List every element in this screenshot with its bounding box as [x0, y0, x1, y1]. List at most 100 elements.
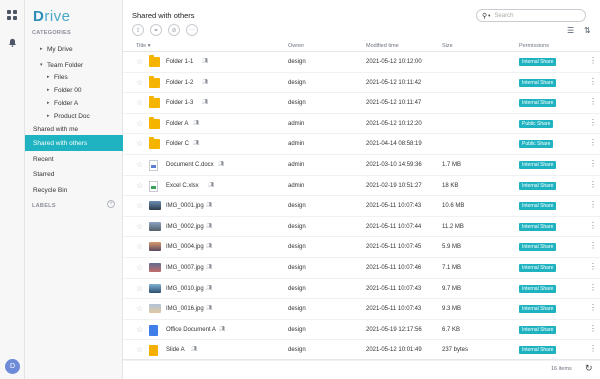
- star-icon[interactable]: ☆: [136, 181, 143, 190]
- table-row[interactable]: ☆ Folder 1-2 👥︎ design 2021-05-12 10:11:42 In…: [123, 73, 600, 94]
- row-more-icon[interactable]: ⋮: [589, 324, 597, 333]
- file-name[interactable]: IMG_0007.jpg: [166, 265, 204, 271]
- file-name[interactable]: Document C.docx: [166, 162, 214, 168]
- star-icon[interactable]: ☆: [136, 57, 143, 66]
- table-row[interactable]: ☆ Document C.docx 👥︎ admin 2021-03-10 14:59:…: [123, 155, 600, 176]
- row-more-icon[interactable]: ⋮: [589, 303, 597, 312]
- file-name[interactable]: Folder 1-3: [166, 100, 193, 106]
- file-name[interactable]: Folder A: [166, 121, 188, 127]
- image-thumbnail-icon: [149, 304, 161, 314]
- star-icon[interactable]: ☆: [136, 160, 143, 169]
- table-row[interactable]: ☆ IMG_0010.jpg 👥︎ design 2021-05-11 10:07:43…: [123, 279, 600, 300]
- table-row[interactable]: ☆ Folder C 👥︎ admin 2021-04-14 08:58:19 Publi…: [123, 134, 600, 155]
- tag-icon[interactable]: ⊘: [168, 24, 180, 36]
- modified-time-cell: 2021-05-12 10:01:49: [366, 347, 422, 354]
- caret-right-icon[interactable]: ▸: [47, 100, 54, 106]
- caret-right-icon[interactable]: ▸: [47, 113, 54, 119]
- table-row[interactable]: ☆ Office Document A 👥︎ design 2021-05-19 12:…: [123, 320, 600, 341]
- file-name[interactable]: IMG_0001.jpg: [166, 203, 204, 209]
- table-row[interactable]: ☆ IMG_0004.jpg 👥︎ design 2021-05-11 10:07:45…: [123, 237, 600, 258]
- link-icon[interactable]: ⚭: [150, 24, 162, 36]
- column-modified[interactable]: Modified time: [366, 43, 399, 49]
- row-more-icon[interactable]: ⋮: [589, 344, 597, 353]
- more-actions-icon[interactable]: ···: [186, 24, 198, 36]
- column-owner[interactable]: Owner: [288, 43, 304, 49]
- column-size[interactable]: Size: [442, 43, 453, 49]
- permission-badge: Internal Share: [519, 161, 557, 169]
- row-more-icon[interactable]: ⋮: [589, 97, 597, 106]
- permission-badge: Internal Share: [519, 346, 557, 355]
- star-icon[interactable]: ☆: [136, 98, 143, 107]
- row-more-icon[interactable]: ⋮: [589, 221, 597, 230]
- table-row[interactable]: ☆ Excel C.xlsx 👥︎ admin 2021-02-19 10:51:27 1…: [123, 176, 600, 197]
- row-more-icon[interactable]: ⋮: [589, 77, 597, 86]
- user-avatar[interactable]: D: [5, 359, 20, 374]
- refresh-icon[interactable]: ↻: [585, 363, 593, 374]
- owner-cell: admin: [288, 120, 305, 127]
- star-icon[interactable]: ☆: [136, 139, 143, 148]
- file-name[interactable]: Slide A: [166, 347, 185, 353]
- file-name[interactable]: Folder 1-1: [166, 59, 193, 65]
- star-icon[interactable]: ☆: [136, 284, 143, 293]
- table-header: Title ▾ Owner Modified time Size Permiss…: [123, 41, 600, 52]
- row-more-icon[interactable]: ⋮: [589, 56, 597, 65]
- row-more-icon[interactable]: ⋮: [589, 262, 597, 271]
- row-more-icon[interactable]: ⋮: [589, 180, 597, 189]
- star-icon[interactable]: ☆: [136, 345, 143, 354]
- file-name[interactable]: IMG_0016.jpg: [166, 306, 204, 312]
- column-title[interactable]: Title ▾: [136, 43, 150, 49]
- caret-right-icon[interactable]: ▸: [40, 46, 47, 52]
- table-row[interactable]: ☆ IMG_0002.jpg 👥︎ design 2021-05-11 10:07:44…: [123, 217, 600, 238]
- star-icon[interactable]: ☆: [136, 242, 143, 251]
- notification-bell-icon[interactable]: [8, 38, 17, 47]
- shared-users-icon: 👥︎: [191, 346, 198, 353]
- share-icon[interactable]: ⇪: [132, 24, 144, 36]
- owner-cell: design: [288, 347, 306, 354]
- row-more-icon[interactable]: ⋮: [589, 283, 597, 292]
- add-label-icon[interactable]: +: [107, 200, 115, 208]
- table-row[interactable]: ☆ Folder 1-3 👥︎ design 2021-05-12 10:11:47 In…: [123, 93, 600, 114]
- sidebar-item[interactable]: Starred: [25, 166, 123, 182]
- star-icon[interactable]: ☆: [136, 222, 143, 231]
- table-row[interactable]: ☆ IMG_0001.jpg 👥︎ design 2021-05-11 10:07:43…: [123, 196, 600, 217]
- star-icon[interactable]: ☆: [136, 78, 143, 87]
- sort-options-icon[interactable]: ⇅: [584, 26, 591, 35]
- file-name[interactable]: Office Document A: [166, 327, 216, 333]
- sidebar-item[interactable]: Recent: [25, 151, 123, 167]
- star-icon[interactable]: ☆: [136, 201, 143, 210]
- file-name[interactable]: IMG_0004.jpg: [166, 244, 204, 250]
- modified-time-cell: 2021-05-12 10:12:20: [366, 120, 422, 127]
- star-icon[interactable]: ☆: [136, 304, 143, 313]
- table-row[interactable]: ☆ IMG_0016.jpg 👥︎ design 2021-05-11 10:07:43…: [123, 299, 600, 320]
- table-row[interactable]: ☆ Folder 1-1 👥︎ design 2021-05-12 10:12:00 In…: [123, 52, 600, 73]
- search-input[interactable]: ⚲ ▾ Search: [476, 9, 586, 22]
- caret-right-icon[interactable]: ▸: [47, 87, 54, 93]
- sidebar-item[interactable]: Shared with others: [25, 135, 123, 151]
- file-name[interactable]: Folder C: [166, 141, 189, 147]
- owner-cell: design: [288, 306, 306, 313]
- table-row[interactable]: ☆ IMG_0007.jpg 👥︎ design 2021-05-11 10:07:46…: [123, 258, 600, 279]
- row-more-icon[interactable]: ⋮: [589, 118, 597, 127]
- table-row[interactable]: ☆ Slide A 👥︎ design 2021-05-12 10:01:49 237 b…: [123, 340, 600, 361]
- row-more-icon[interactable]: ⋮: [589, 159, 597, 168]
- star-icon[interactable]: ☆: [136, 263, 143, 272]
- column-permissions[interactable]: Permissions: [519, 43, 549, 49]
- sidebar-item[interactable]: Recycle Bin: [25, 182, 123, 198]
- file-name[interactable]: IMG_0002.jpg: [166, 224, 204, 230]
- row-more-icon[interactable]: ⋮: [589, 138, 597, 147]
- sidebar-item-label: Files: [54, 73, 68, 81]
- row-more-icon[interactable]: ⋮: [589, 241, 597, 250]
- table-row[interactable]: ☆ Folder A 👥︎ admin 2021-05-12 10:12:20 Publi…: [123, 114, 600, 135]
- file-name[interactable]: Excel C.xlsx: [166, 183, 199, 189]
- file-name[interactable]: IMG_0010.jpg: [166, 286, 204, 292]
- row-more-icon[interactable]: ⋮: [589, 200, 597, 209]
- sidebar-item[interactable]: ▸ My Drive: [25, 41, 123, 57]
- list-view-icon[interactable]: ☰: [567, 26, 574, 35]
- star-icon[interactable]: ☆: [136, 119, 143, 128]
- caret-down-icon[interactable]: ▾: [40, 62, 47, 68]
- apps-grid-icon[interactable]: [7, 10, 18, 21]
- file-name[interactable]: Folder 1-2: [166, 80, 193, 86]
- star-icon[interactable]: ☆: [136, 325, 143, 334]
- sidebar-item-label: Product Doc: [54, 112, 90, 120]
- caret-right-icon[interactable]: ▸: [47, 74, 54, 80]
